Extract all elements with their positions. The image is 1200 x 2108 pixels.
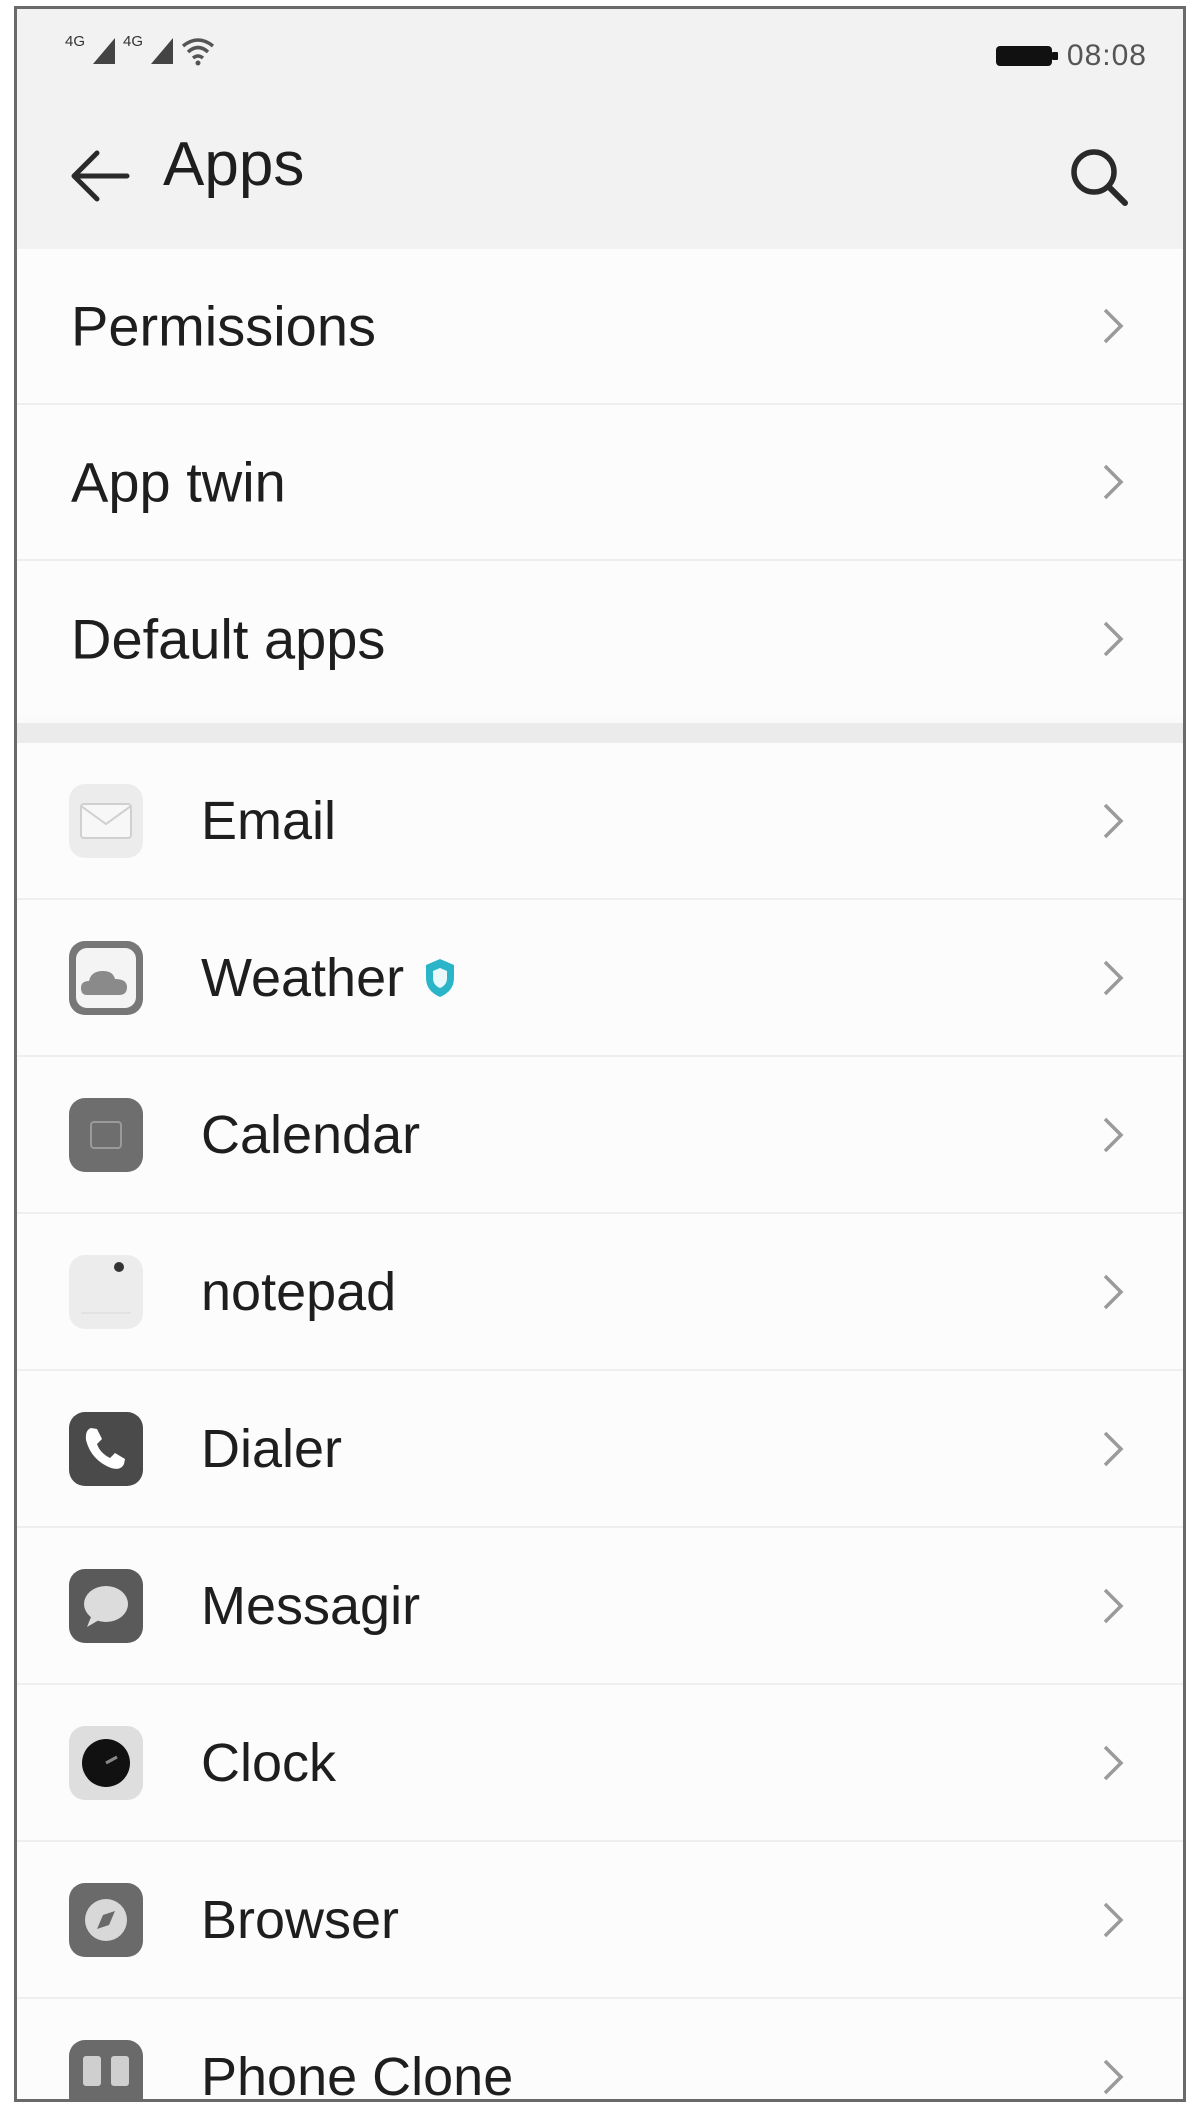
search-icon[interactable]	[1063, 141, 1135, 213]
back-arrow-icon[interactable]	[65, 141, 135, 211]
chevron-right-icon	[1103, 1588, 1124, 1623]
dialer-icon	[69, 1411, 143, 1486]
app-item-phone-clone[interactable]: Phone Clone	[17, 1999, 1183, 2102]
app-item-label: Calendar	[201, 1104, 421, 1165]
app-item-email[interactable]: Email	[17, 743, 1183, 900]
chevron-right-icon	[1103, 1274, 1124, 1309]
app-list: Email Weather Calendar notepad Dialer Me…	[17, 743, 1183, 2102]
chevron-right-icon	[1103, 464, 1124, 500]
settings-item-label: Default apps	[71, 607, 386, 671]
signal-strength-icon	[151, 38, 174, 64]
chevron-right-icon	[1103, 1117, 1124, 1152]
battery-and-time: 08:08	[995, 39, 1147, 73]
wifi-icon	[181, 38, 215, 66]
app-item-label-wrap: Messagir	[201, 1575, 420, 1637]
chevron-right-icon	[1103, 803, 1124, 838]
chevron-right-icon	[1103, 1902, 1124, 1937]
chevron-right-icon	[1103, 1431, 1124, 1466]
signal-indicators: 4G 4G	[65, 33, 215, 66]
network-type-label-2: 4G	[123, 33, 144, 50]
section-divider	[17, 723, 1183, 743]
chevron-right-icon	[1103, 621, 1124, 657]
weather-icon	[69, 940, 143, 1015]
browser-icon	[69, 1882, 143, 1957]
settings-group: Permissions App twin Default apps	[17, 249, 1183, 717]
phone-clone-icon	[69, 2039, 143, 2099]
app-item-label-wrap: Email	[201, 790, 336, 852]
settings-item-permissions[interactable]: Permissions	[17, 249, 1183, 405]
notepad-icon	[69, 1254, 143, 1329]
chevron-right-icon	[1103, 2059, 1124, 2094]
app-item-label: notepad	[201, 1261, 397, 1322]
app-item-label: Messagir	[201, 1575, 421, 1636]
status-time: 08:08	[1066, 39, 1147, 72]
settings-item-label: Permissions	[71, 294, 376, 358]
chevron-right-icon	[1103, 308, 1124, 344]
phone-screen: 4G 4G 08:08 Apps Permissions App twin De…	[14, 6, 1186, 2102]
app-item-label: Clock	[201, 1732, 337, 1793]
app-item-weather[interactable]: Weather	[17, 900, 1183, 1057]
app-item-messaging[interactable]: Messagir	[17, 1528, 1183, 1685]
app-item-clock[interactable]: Clock	[17, 1685, 1183, 1842]
chevron-right-icon	[1103, 1745, 1124, 1780]
clock-icon	[69, 1725, 143, 1800]
settings-item-default-apps[interactable]: Default apps	[17, 561, 1183, 717]
app-item-label: Phone Clone	[201, 2046, 514, 2102]
settings-item-app-twin[interactable]: App twin	[17, 405, 1183, 561]
app-item-label-wrap: Weather	[201, 947, 458, 1009]
settings-item-label: App twin	[71, 450, 286, 514]
app-item-label-wrap: Clock	[201, 1732, 336, 1794]
chevron-right-icon	[1103, 960, 1124, 995]
app-item-label: Weather	[201, 947, 405, 1008]
app-item-dialer[interactable]: Dialer	[17, 1371, 1183, 1528]
messaging-icon	[69, 1568, 143, 1643]
app-item-notepad[interactable]: notepad	[17, 1214, 1183, 1371]
signal-strength-icon	[93, 38, 116, 64]
network-type-label-1: 4G	[65, 33, 86, 50]
app-bar: Apps	[17, 99, 1183, 249]
app-item-label: Dialer	[201, 1418, 343, 1479]
app-item-label-wrap: Calendar	[201, 1104, 420, 1166]
app-item-label-wrap: Browser	[201, 1889, 399, 1951]
email-icon	[69, 783, 143, 858]
app-item-label: Browser	[201, 1889, 400, 1950]
page-title: Apps	[163, 130, 305, 199]
app-item-label: Email	[201, 790, 337, 851]
app-item-calendar[interactable]: Calendar	[17, 1057, 1183, 1214]
calendar-icon	[69, 1097, 143, 1172]
app-item-label-wrap: Dialer	[201, 1418, 342, 1480]
app-item-label-wrap: Phone Clone	[201, 2046, 514, 2102]
shield-badge-icon	[426, 958, 455, 997]
app-item-browser[interactable]: Browser	[17, 1842, 1183, 1999]
app-item-label-wrap: notepad	[201, 1261, 396, 1323]
battery-icon	[995, 46, 1058, 66]
status-bar: 4G 4G 08:08	[17, 9, 1183, 99]
